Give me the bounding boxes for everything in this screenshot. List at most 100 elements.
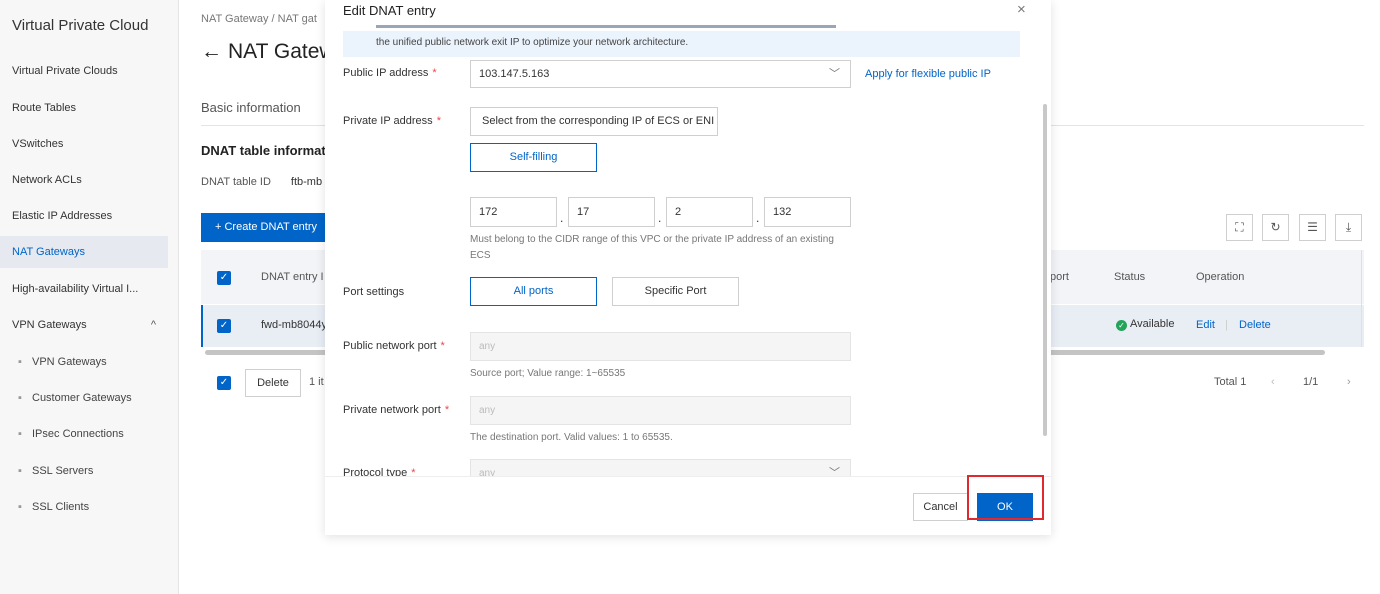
required-mark: *	[436, 115, 441, 127]
close-icon[interactable]: ×	[1017, 1, 1026, 18]
public-ip-label-text: Public IP address	[343, 67, 429, 79]
back-arrow-icon[interactable]: ←	[201, 40, 222, 64]
bulk-delete-button[interactable]: Delete	[245, 369, 301, 397]
sidebar-subitem-customer-gateways[interactable]: ▪ Customer Gateways	[0, 382, 168, 414]
column-settings-icon[interactable]: ☰	[1299, 214, 1326, 241]
dialog-vertical-scrollbar[interactable]	[1043, 104, 1047, 436]
ip-segment-2-input[interactable]: 17	[568, 197, 655, 227]
sidebar-subitem-label: IPsec Connections	[32, 428, 124, 440]
sidebar-subitem-ipsec-connections[interactable]: ▪ IPsec Connections	[0, 418, 168, 450]
dnat-table-id: DNAT table ID ftb-mb	[201, 176, 322, 188]
private-ip-label-text: Private IP address	[343, 115, 433, 127]
sidebar-item-vpn-gateways[interactable]: VPN Gateways ^	[0, 309, 168, 341]
create-dnat-entry-button[interactable]: + Create DNAT entry	[201, 213, 331, 242]
private-ip-hint: Must belong to the CIDR range of this VP…	[470, 234, 834, 261]
row-checkbox[interactable]: ✓	[217, 319, 231, 333]
required-mark: *	[432, 67, 437, 79]
public-port-input: any	[470, 332, 851, 361]
notice-text: the unified public network exit IP to op…	[376, 37, 689, 48]
sidebar-item-label: VPN Gateways	[12, 319, 87, 331]
refresh-icon[interactable]: ↻	[1262, 214, 1289, 241]
dnat-table-id-value: ftb-mb	[290, 176, 323, 188]
apply-flexible-public-ip-link[interactable]: Apply for flexible public IP	[865, 68, 991, 80]
check-circle-icon: ✓	[1116, 320, 1127, 331]
pagination-next-icon[interactable]: ›	[1347, 376, 1351, 388]
sidebar-item-route-tables[interactable]: Route Tables	[0, 92, 168, 124]
public-ip-select[interactable]: 103.147.5.163 ﹀	[470, 60, 851, 88]
ip-segment-4-input[interactable]: 132	[764, 197, 851, 227]
sidebar-subitem-label: SSL Servers	[32, 465, 94, 477]
notice-cropped-line	[376, 23, 836, 29]
public-port-label: Public network port *	[343, 340, 445, 352]
pagination-prev-icon[interactable]: ‹	[1271, 376, 1275, 388]
sidebar-item-virtual-private-clouds[interactable]: Virtual Private Clouds	[0, 55, 168, 87]
ip-segment-1-input[interactable]: 172	[470, 197, 557, 227]
select-all-checkbox[interactable]: ✓	[217, 271, 231, 285]
column-header-port: port	[1050, 271, 1069, 283]
sidebar-item-network-acls[interactable]: Network ACLs	[0, 164, 168, 196]
page-title: ← NAT Gatew	[201, 40, 335, 64]
sidebar-subitem-vpn-gateways[interactable]: ▪ VPN Gateways	[0, 346, 168, 378]
breadcrumb[interactable]: NAT Gateway / NAT gat	[201, 13, 317, 25]
edit-link[interactable]: Edit	[1196, 319, 1215, 331]
specific-port-option[interactable]: Specific Port	[612, 277, 739, 306]
status-badge: ✓ Available	[1116, 318, 1174, 331]
ip-segment-3-input[interactable]: 2	[666, 197, 753, 227]
sidebar-item-vswitches[interactable]: VSwitches	[0, 128, 168, 160]
bullet-icon: ▪	[18, 392, 22, 404]
select-from-ecs-option[interactable]: Select from the corresponding IP of ECS …	[470, 107, 718, 136]
section-title: DNAT table informat	[201, 143, 326, 158]
bullet-icon: ▪	[18, 428, 22, 440]
sidebar-subitem-label: VPN Gateways	[32, 356, 107, 368]
delete-link[interactable]: Delete	[1239, 319, 1271, 331]
dialog-footer: Cancel OK	[325, 476, 1051, 535]
info-notice: the unified public network exit IP to op…	[343, 25, 1020, 57]
bullet-icon: ▪	[18, 501, 22, 513]
selected-count: 1 it	[309, 376, 324, 388]
sidebar-subitem-label: Customer Gateways	[32, 392, 132, 404]
public-port-hint: Source port; Value range: 1~65535	[470, 368, 626, 379]
sidebar-item-nat-gateways[interactable]: NAT Gateways	[0, 236, 168, 268]
private-port-hint: The destination port. Valid values: 1 to…	[470, 432, 673, 443]
all-ports-option[interactable]: All ports	[470, 277, 597, 306]
chevron-down-icon: ﹀	[829, 68, 840, 80]
pagination-total: Total 1	[1214, 376, 1247, 388]
private-port-input: any	[470, 396, 851, 425]
public-ip-label: Public IP address *	[343, 67, 437, 79]
status-text: Available	[1130, 318, 1175, 330]
bullet-icon: ▪	[18, 465, 22, 477]
tab-basic-information[interactable]: Basic information	[201, 100, 301, 115]
bulk-select-checkbox[interactable]: ✓	[217, 376, 231, 390]
sidebar-item-elastic-ip-addresses[interactable]: Elastic IP Addresses	[0, 200, 168, 232]
column-header-status: Status	[1114, 271, 1146, 283]
highlight-box	[967, 475, 1044, 520]
sidebar-item-ha-virtual-ip[interactable]: High-availability Virtual I...	[0, 273, 168, 305]
cancel-button[interactable]: Cancel	[913, 493, 968, 521]
operation-separator: |	[1225, 319, 1228, 331]
fullscreen-icon[interactable]: ⛶	[1226, 214, 1253, 241]
bullet-icon: ▪	[18, 356, 22, 368]
ip-separator: .	[658, 211, 662, 225]
edit-dnat-entry-dialog: Edit DNAT entry × the unified public net…	[325, 0, 1051, 535]
self-filling-option[interactable]: Self-filling	[470, 143, 597, 172]
operation-column-divider	[1361, 250, 1362, 347]
download-icon[interactable]: ⤓	[1335, 214, 1362, 241]
sidebar-subitem-ssl-servers[interactable]: ▪ SSL Servers	[0, 455, 168, 487]
public-port-label-text: Public network port	[343, 340, 437, 352]
page-title-text: NAT Gatew	[228, 40, 335, 63]
sidebar-subitem-ssl-clients[interactable]: ▪ SSL Clients	[0, 491, 168, 523]
private-port-label-text: Private network port	[343, 404, 441, 416]
sidebar: Virtual Private Cloud Virtual Private Cl…	[0, 0, 179, 594]
chevron-up-icon[interactable]: ^	[151, 309, 156, 341]
sidebar-subitem-label: SSL Clients	[32, 501, 90, 513]
required-mark: *	[440, 340, 445, 352]
sidebar-title: Virtual Private Cloud	[12, 17, 149, 34]
pagination-page: 1/1	[1303, 376, 1319, 388]
dnat-entry-id: fwd-mb8044y	[261, 319, 328, 331]
private-ip-label: Private IP address *	[343, 115, 441, 127]
public-ip-value: 103.147.5.163	[479, 68, 550, 80]
column-header-entry[interactable]: DNAT entry I	[261, 271, 324, 283]
port-settings-label: Port settings	[343, 286, 405, 298]
required-mark: *	[444, 404, 450, 416]
column-header-operation: Operation	[1196, 271, 1245, 283]
